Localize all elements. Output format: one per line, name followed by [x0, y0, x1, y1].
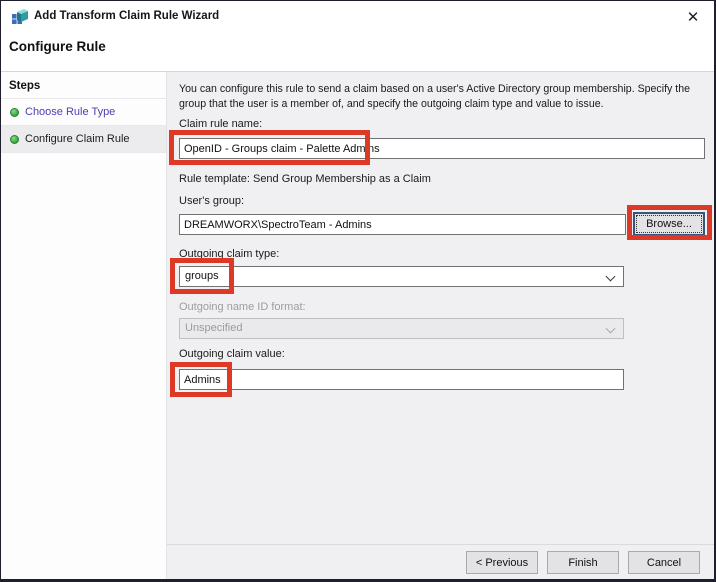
outgoing-name-id-format-value: Unspecified [185, 322, 242, 334]
cancel-button[interactable]: Cancel [628, 551, 700, 574]
previous-button[interactable]: < Previous [466, 551, 538, 574]
outgoing-claim-value-input[interactable] [179, 369, 624, 390]
browse-button[interactable]: Browse... [633, 212, 705, 236]
outgoing-claim-value-label: Outgoing claim value: [179, 348, 285, 360]
close-icon[interactable]: ✕ [682, 6, 704, 28]
wizard-content-panel: You can configure this rule to send a cl… [167, 72, 714, 579]
outgoing-claim-type-label: Outgoing claim type: [179, 248, 279, 260]
step-label: Choose Rule Type [25, 106, 115, 118]
adfs-app-icon [11, 8, 29, 26]
title-bar: Add Transform Claim Rule Wizard ✕ Config… [1, 1, 714, 71]
sidebar-divider [1, 152, 166, 153]
outgoing-name-id-format-combo: Unspecified [179, 318, 624, 339]
add-transform-claim-rule-wizard-dialog: Add Transform Claim Rule Wizard ✕ Config… [0, 0, 716, 582]
users-group-label: User's group: [179, 195, 244, 207]
step-label: Configure Claim Rule [25, 133, 130, 145]
finish-button[interactable]: Finish [547, 551, 619, 574]
window-title: Add Transform Claim Rule Wizard [34, 10, 219, 22]
claim-rule-name-label: Claim rule name: [179, 118, 262, 130]
footer-separator [167, 544, 714, 545]
sidebar-item-choose-rule-type[interactable]: Choose Rule Type [1, 99, 166, 125]
outgoing-name-id-format-label: Outgoing name ID format: [179, 301, 306, 313]
chevron-down-icon [606, 272, 616, 282]
steps-sidebar: Steps Choose Rule Type Configure Claim R… [1, 72, 167, 579]
outgoing-claim-type-combo[interactable]: groups [179, 266, 624, 287]
step-current-bullet-icon [10, 135, 19, 144]
page-title: Configure Rule [9, 39, 106, 54]
claim-rule-name-input[interactable] [179, 138, 705, 159]
rule-description-text: You can configure this rule to send a cl… [179, 82, 713, 112]
steps-heading: Steps [1, 72, 166, 98]
sidebar-item-configure-claim-rule[interactable]: Configure Claim Rule [1, 126, 166, 152]
outgoing-claim-type-value: groups [185, 270, 219, 282]
chevron-down-icon [606, 324, 616, 334]
users-group-input[interactable] [179, 214, 626, 235]
rule-template-text: Rule template: Send Group Membership as … [179, 173, 431, 185]
step-complete-bullet-icon [10, 108, 19, 117]
